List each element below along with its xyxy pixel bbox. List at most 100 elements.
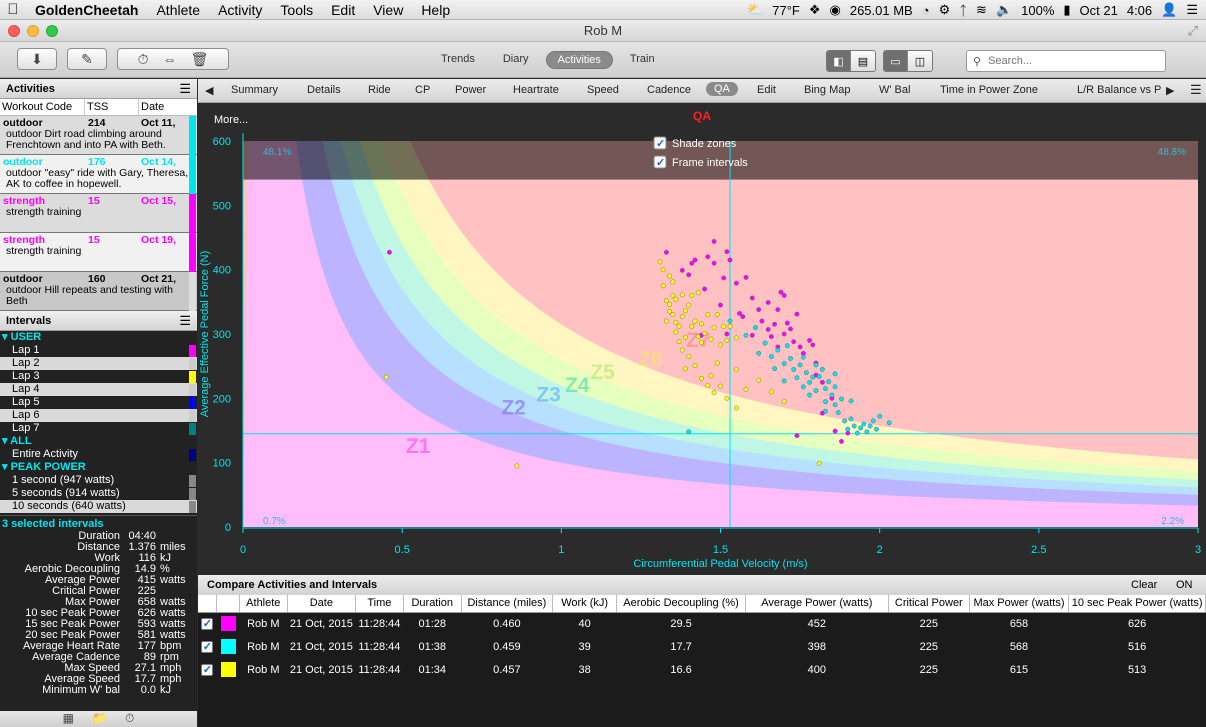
manual-entry-button[interactable]: ✎ bbox=[67, 48, 107, 70]
split-icon[interactable]: ⇔ bbox=[163, 51, 177, 67]
tab-heartrate[interactable]: Heartrate bbox=[513, 84, 559, 96]
compare-row-checkbox[interactable]: ✓ bbox=[198, 635, 217, 658]
interval-lap[interactable]: Lap 2 bbox=[0, 357, 197, 370]
tabs-menu-icon[interactable]: ☰ bbox=[1190, 82, 1202, 98]
activity-row[interactable]: strength 15 Oct 15, strength training bbox=[0, 194, 197, 233]
search-box[interactable]: ⚲ bbox=[966, 50, 1166, 72]
compare-column-header[interactable]: Date bbox=[287, 595, 357, 613]
user-icon[interactable]: 👤 bbox=[1161, 2, 1177, 18]
peak-power-item[interactable]: 10 seconds (640 watts) bbox=[0, 500, 197, 513]
compare-column-header[interactable]: Time bbox=[355, 595, 404, 613]
compare-row-checkbox[interactable]: ✓ bbox=[198, 658, 217, 681]
peak-power-item[interactable]: 1 second (947 watts) bbox=[0, 474, 197, 487]
tab-bing-map[interactable]: Bing Map bbox=[804, 84, 850, 96]
compare-column-header[interactable]: Aerobic Decoupling (%) bbox=[616, 595, 746, 613]
activity-row[interactable]: outdoor 176 Oct 14, outdoor "easy" ride wit… bbox=[0, 155, 197, 194]
mode-activities[interactable]: Activities bbox=[545, 51, 613, 69]
more-menu[interactable]: More... bbox=[214, 114, 248, 126]
col-workout-code[interactable]: Workout Code bbox=[0, 99, 85, 115]
compare-on-toggle[interactable]: ON bbox=[1176, 575, 1193, 595]
compare-row[interactable]: ✓ Rob M 21 Oct, 2015 11:28:44 01:38 0.459 39 17… bbox=[198, 635, 1206, 658]
interval-lap[interactable]: Lap 3 bbox=[0, 370, 197, 383]
interval-lap[interactable]: Lap 6 bbox=[0, 409, 197, 422]
activity-row[interactable]: outdoor 160 Oct 21, outdoor Hill repeats an… bbox=[0, 272, 197, 311]
menu-app-name[interactable]: GoldenCheetah bbox=[26, 2, 147, 18]
battery-icon[interactable]: ▮ bbox=[1063, 2, 1070, 18]
tiled-layout-toggle[interactable]: ◫ bbox=[908, 51, 932, 71]
compare-column-header[interactable]: Critical Power bbox=[888, 595, 970, 613]
qa-scatter-chart[interactable]: Z1Z2Z3 Z4Z5Z6Z748.1% 48.8%0.7% 2.2% 0100200… bbox=[198, 103, 1206, 575]
activity-row[interactable]: outdoor 214 Oct 11, outdoor Dirt road climb… bbox=[0, 116, 197, 155]
user-intervals-header[interactable]: ▾ USER bbox=[0, 331, 197, 344]
mode-diary[interactable]: Diary bbox=[492, 51, 540, 69]
search-input[interactable] bbox=[988, 55, 1149, 67]
compare-row[interactable]: ✓ Rob M 21 Oct, 2015 11:28:44 01:28 0.460 40 29… bbox=[198, 612, 1206, 635]
tab-scroll-right-icon[interactable]: ▶ bbox=[1166, 84, 1174, 97]
menu-view[interactable]: View bbox=[364, 2, 412, 18]
battery-percent[interactable]: 100% bbox=[1021, 3, 1054, 18]
tab-details[interactable]: Details bbox=[307, 84, 341, 96]
folder-icon[interactable]: 📁 bbox=[92, 711, 107, 727]
dropbox-icon[interactable]: ❖ bbox=[809, 2, 821, 18]
gear-icon[interactable]: ⚙ bbox=[939, 2, 951, 18]
menu-tools[interactable]: Tools bbox=[271, 2, 322, 18]
compare-column-header[interactable]: Max Power (watts) bbox=[969, 595, 1070, 613]
menu-activity[interactable]: Activity bbox=[209, 2, 271, 18]
menu-help[interactable]: Help bbox=[412, 2, 459, 18]
fullscreen-icon[interactable]: ⤢ bbox=[1188, 20, 1198, 42]
tabbed-layout-toggle[interactable]: ▭ bbox=[884, 51, 908, 71]
mode-train[interactable]: Train bbox=[619, 51, 666, 69]
trash-icon[interactable]: 🗑 bbox=[191, 51, 209, 68]
activities-menu-icon[interactable]: ☰ bbox=[179, 79, 191, 99]
peak-power-header[interactable]: ▾ PEAK POWER bbox=[0, 461, 197, 474]
all-intervals-header[interactable]: ▾ ALL bbox=[0, 435, 197, 448]
memory-status[interactable]: 265.01 MB bbox=[850, 3, 913, 18]
list-icon[interactable]: ☰ bbox=[1186, 2, 1198, 18]
clock-time[interactable]: 4:06 bbox=[1127, 3, 1152, 18]
weather-icon[interactable]: ⛅ bbox=[747, 2, 763, 18]
activity-row[interactable]: strength 15 Oct 19, strength training bbox=[0, 233, 197, 272]
compare-column-header[interactable]: Distance (miles) bbox=[461, 595, 554, 613]
volume-icon[interactable]: 🔈 bbox=[996, 2, 1012, 18]
wifi-icon[interactable]: ≋ bbox=[976, 2, 987, 18]
tab-summary[interactable]: Summary bbox=[231, 84, 278, 96]
alien-icon[interactable]: ◉ bbox=[830, 2, 841, 18]
compare-column-header[interactable] bbox=[216, 595, 240, 613]
entire-activity-item[interactable]: Entire Activity bbox=[0, 448, 197, 461]
interval-lap[interactable]: Lap 1 bbox=[0, 344, 197, 357]
apple-icon[interactable]:  bbox=[0, 1, 26, 18]
tab-cadence[interactable]: Cadence bbox=[647, 84, 691, 96]
intervals-menu-icon[interactable]: ☰ bbox=[179, 311, 191, 331]
bluetooth-icon[interactable]: ᛏ bbox=[959, 3, 967, 18]
tab-power[interactable]: Power bbox=[455, 84, 486, 96]
minimize-window-button[interactable] bbox=[27, 25, 39, 37]
left-sidebar-toggle[interactable]: ◧ bbox=[827, 51, 851, 71]
compare-row-checkbox[interactable]: ✓ bbox=[198, 612, 217, 635]
tab-time-in-power-zone[interactable]: Time in Power Zone bbox=[940, 84, 1038, 96]
compare-row-color[interactable] bbox=[217, 635, 240, 658]
tab-w-bal[interactable]: W' Bal bbox=[879, 84, 910, 96]
clear-button[interactable]: Clear bbox=[1131, 575, 1157, 595]
compare-column-header[interactable]: 10 sec Peak Power (watts) bbox=[1068, 595, 1206, 613]
col-tss[interactable]: TSS bbox=[85, 99, 139, 115]
peak-power-item[interactable]: 5 seconds (914 watts) bbox=[0, 487, 197, 500]
tab-scroll-left-icon[interactable]: ◀ bbox=[205, 84, 213, 97]
compare-column-header[interactable]: Average Power (watts) bbox=[745, 595, 889, 613]
compare-row[interactable]: ✓ Rob M 21 Oct, 2015 11:28:44 01:34 0.457 38 16… bbox=[198, 658, 1206, 681]
menu-edit[interactable]: Edit bbox=[322, 2, 364, 18]
mode-trends[interactable]: Trends bbox=[430, 51, 486, 69]
tab-cp[interactable]: CP bbox=[415, 84, 430, 96]
menu-athlete[interactable]: Athlete bbox=[147, 2, 209, 18]
tab-lr-balance[interactable]: L/R Balance vs P bbox=[1077, 84, 1161, 96]
compare-row-color[interactable] bbox=[217, 612, 240, 635]
pie-icon[interactable]: ◔ bbox=[922, 3, 930, 18]
compare-column-header[interactable]: Athlete bbox=[239, 595, 288, 613]
timer-icon[interactable]: ⏱ bbox=[125, 711, 134, 727]
download-button[interactable]: ⬇ bbox=[17, 48, 57, 70]
clock-date[interactable]: Oct 21 bbox=[1080, 3, 1118, 18]
stopwatch-icon[interactable]: ⏱ bbox=[138, 51, 149, 68]
calendar-icon[interactable]: ▦ bbox=[63, 711, 74, 727]
compare-column-header[interactable] bbox=[198, 595, 218, 613]
bottom-panel-toggle[interactable]: ▤ bbox=[851, 51, 875, 71]
interval-lap[interactable]: Lap 7 bbox=[0, 422, 197, 435]
